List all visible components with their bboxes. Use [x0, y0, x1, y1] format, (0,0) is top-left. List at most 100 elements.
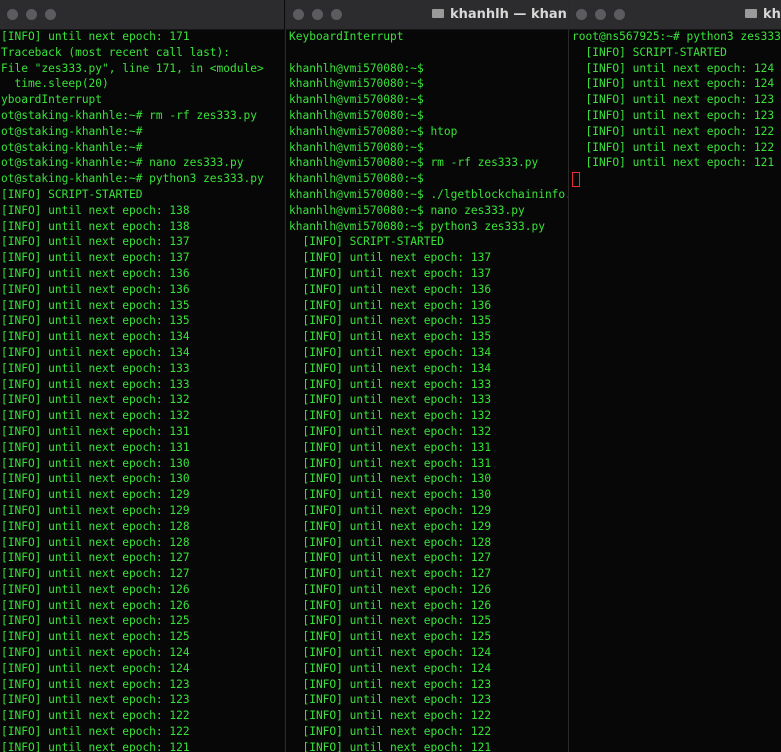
terminal-line: [INFO] until next epoch: 131	[1, 424, 190, 438]
terminal-line: [INFO] until next epoch: 136	[289, 298, 492, 312]
terminal-line: ot@staking-khanhle:~#	[1, 140, 143, 154]
terminal-line: [INFO] until next epoch: 137	[1, 235, 190, 249]
terminal-line: [INFO] SCRIPT-STARTED	[1, 187, 143, 201]
terminal-line: [INFO] until next epoch: 125	[1, 614, 190, 628]
close-button[interactable]	[7, 9, 18, 20]
terminal-window-right[interactable]: khanh root@ns567925:~# python3 zes333.py…	[568, 0, 781, 752]
terminal-line: [INFO] until next epoch: 134	[289, 361, 492, 375]
terminal-line: [INFO] SCRIPT-STARTED	[289, 235, 444, 249]
zoom-button[interactable]	[331, 9, 342, 20]
close-button[interactable]	[293, 9, 304, 20]
window-title: khanhlh — khanhlh	[432, 7, 568, 22]
terminal-line: [INFO] until next epoch: 124	[1, 646, 190, 660]
terminal-line: [INFO] SCRIPT-STARTED	[572, 45, 727, 59]
folder-icon	[745, 9, 757, 18]
title-bar[interactable]	[0, 0, 284, 30]
terminal-line: [INFO] until next epoch: 123	[289, 693, 492, 707]
terminal-line: [INFO] until next epoch: 121	[1, 740, 190, 752]
terminal-line: [INFO] until next epoch: 127	[1, 567, 190, 581]
terminal-line: khanhlh@vmi570080:~$ htop	[289, 124, 458, 138]
terminal-line: [INFO] until next epoch: 125	[289, 630, 492, 644]
minimize-button[interactable]	[26, 9, 37, 20]
terminal-line: [INFO] until next epoch: 124	[289, 661, 492, 675]
terminal-line: ot@staking-khanhle:~# nano zes333.py	[1, 156, 244, 170]
terminal-line: [INFO] until next epoch: 135	[289, 330, 492, 344]
terminal-line: [INFO] until next epoch: 123	[572, 108, 775, 122]
window-title-text: khanhlh — khanhlh	[450, 7, 568, 22]
cursor-line	[569, 171, 781, 187]
terminal-line: [INFO] until next epoch: 128	[289, 535, 492, 549]
terminal-line: khanhlh@vmi570080:~$ nano zes333.py	[289, 203, 525, 217]
terminal-line: ot@staking-khanhle:~# rm -rf zes333.py	[1, 108, 257, 122]
terminal-line: [INFO] until next epoch: 127	[289, 567, 492, 581]
terminal-line: [INFO] until next epoch: 121	[572, 156, 775, 170]
zoom-button[interactable]	[45, 9, 56, 20]
terminal-line: [INFO] until next epoch: 125	[1, 630, 190, 644]
terminal-line: [INFO] until next epoch: 122	[1, 709, 190, 723]
terminal-line: [INFO] until next epoch: 122	[289, 725, 492, 739]
terminal-line: [INFO] until next epoch: 132	[1, 393, 190, 407]
terminal-line: [INFO] until next epoch: 122	[1, 725, 190, 739]
terminal-line: khanhlh@vmi570080:~$	[289, 93, 424, 107]
terminal-line: [INFO] until next epoch: 130	[1, 472, 190, 486]
terminal-line: [INFO] until next epoch: 126	[289, 598, 492, 612]
folder-icon	[432, 9, 444, 18]
terminal-line: khanhlh@vmi570080:~$ rm -rf zes333.py	[289, 156, 539, 170]
terminal-line: [INFO] until next epoch: 135	[1, 298, 190, 312]
close-button[interactable]	[576, 9, 587, 20]
terminal-line: [INFO] until next epoch: 122	[572, 124, 775, 138]
terminal-line: [INFO] until next epoch: 133	[289, 393, 492, 407]
terminal-window-left[interactable]: [INFO] until next epoch: 171 Traceback (m…	[0, 0, 284, 752]
zoom-button[interactable]	[614, 9, 625, 20]
window-title-text: khanh	[763, 7, 781, 22]
terminal-line: [INFO] until next epoch: 136	[1, 282, 190, 296]
terminal-line: [INFO] until next epoch: 129	[1, 488, 190, 502]
terminal-line: [INFO] until next epoch: 128	[1, 519, 190, 533]
terminal-line: File "zes333.py", line 171, in <module>	[1, 61, 264, 75]
terminal-line: [INFO] until next epoch: 125	[289, 614, 492, 628]
terminal-line: khanhlh@vmi570080:~$	[289, 77, 424, 91]
minimize-button[interactable]	[595, 9, 606, 20]
terminal-line: [INFO] until next epoch: 123	[572, 93, 775, 107]
terminal-line: root@ns567925:~# python3 zes333.py	[572, 30, 781, 43]
terminal-line: [INFO] until next epoch: 131	[289, 456, 492, 470]
terminal-line: [INFO] until next epoch: 129	[289, 519, 492, 533]
terminal-line: [INFO] until next epoch: 135	[1, 314, 190, 328]
terminal-line: ot@staking-khanhle:~#	[1, 124, 143, 138]
terminal-line: [INFO] until next epoch: 132	[1, 409, 190, 423]
terminal-window-middle[interactable]: khanhlh — khanhlh KeyboardInterrupt khanh…	[285, 0, 568, 752]
terminal-line: [INFO] until next epoch: 132	[289, 424, 492, 438]
terminal-line: [INFO] until next epoch: 134	[289, 345, 492, 359]
terminal-line: [INFO] until next epoch: 138	[1, 203, 190, 217]
terminal-line: [INFO] until next epoch: 130	[1, 456, 190, 470]
terminal-line: [INFO] until next epoch: 123	[1, 693, 190, 707]
terminal-line: [INFO] until next epoch: 129	[289, 503, 492, 517]
terminal-line: [INFO] until next epoch: 138	[1, 219, 190, 233]
terminal-line: [INFO] until next epoch: 137	[289, 266, 492, 280]
title-bar[interactable]: khanhlh — khanhlh	[286, 0, 568, 30]
terminal-line: [INFO] until next epoch: 136	[289, 282, 492, 296]
terminal-line: [INFO] until next epoch: 133	[289, 377, 492, 391]
terminal-line: khanhlh@vmi570080:~$ python3 zes333.py	[289, 219, 545, 233]
terminal-line: time.sleep(20)	[1, 77, 109, 91]
terminal-line: [INFO] until next epoch: 126	[1, 582, 190, 596]
terminal-line: khanhlh@vmi570080:~$	[289, 172, 424, 186]
terminal-line: [INFO] until next epoch: 130	[289, 488, 492, 502]
terminal-line: [INFO] until next epoch: 137	[1, 251, 190, 265]
text-cursor	[572, 171, 580, 187]
terminal-output[interactable]: root@ns567925:~# python3 zes333.py [INFO…	[569, 29, 781, 752]
terminal-line: [INFO] until next epoch: 135	[289, 314, 492, 328]
terminal-output[interactable]: [INFO] until next epoch: 171 Traceback (m…	[0, 29, 284, 752]
terminal-line: khanhlh@vmi570080:~$	[289, 108, 424, 122]
terminal-line: [INFO] until next epoch: 124	[572, 61, 775, 75]
title-bar[interactable]: khanh	[569, 0, 781, 30]
terminal-line: [INFO] until next epoch: 127	[289, 551, 492, 565]
minimize-button[interactable]	[312, 9, 323, 20]
terminal-line: khanhlh@vmi570080:~$ ./lgetblockchaininf…	[289, 187, 568, 201]
terminal-output[interactable]: KeyboardInterrupt khanhlh@vmi570080:~$ kha…	[286, 29, 568, 752]
terminal-line: [INFO] until next epoch: 137	[289, 251, 492, 265]
terminal-line: [INFO] until next epoch: 124	[289, 646, 492, 660]
terminal-line: [INFO] until next epoch: 122	[289, 709, 492, 723]
terminal-line: [INFO] until next epoch: 134	[1, 345, 190, 359]
